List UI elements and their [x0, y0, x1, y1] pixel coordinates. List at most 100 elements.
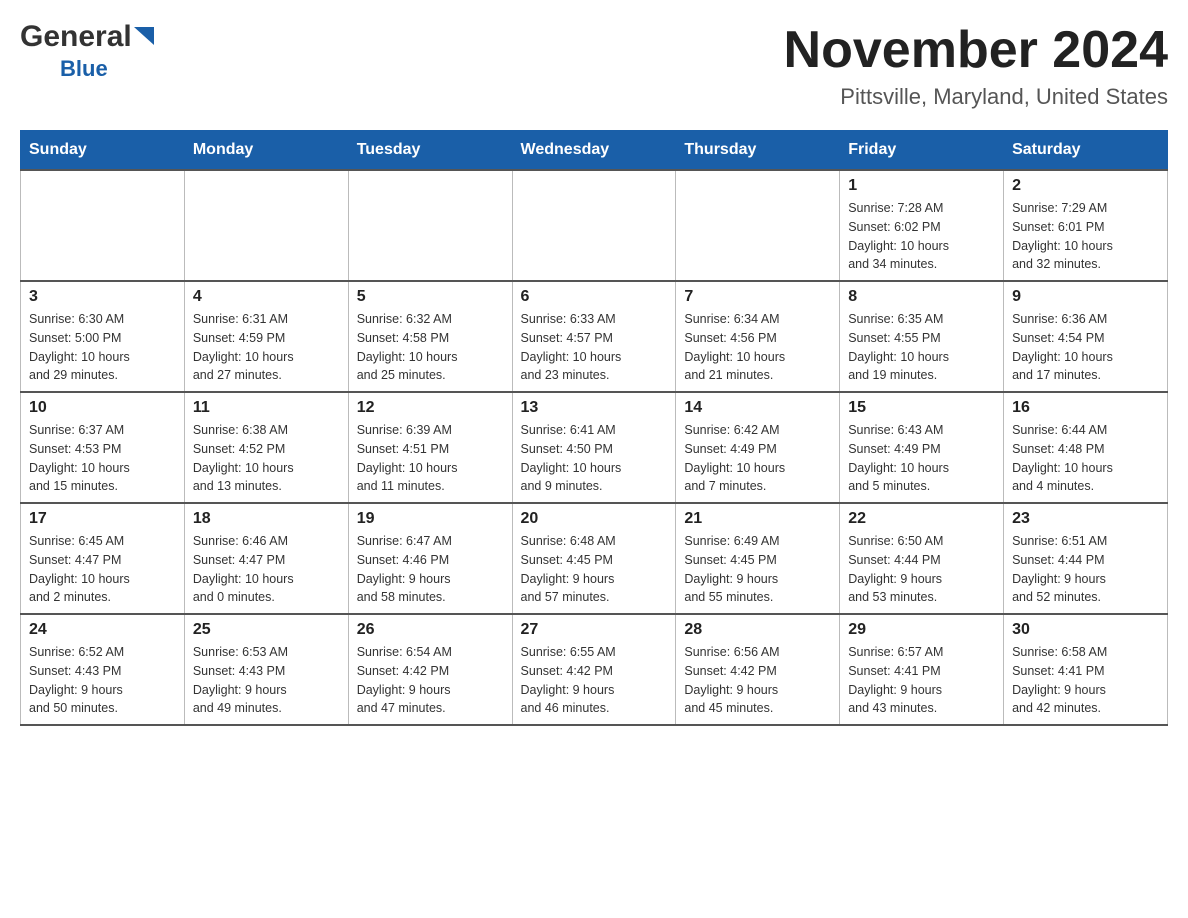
calendar-cell: 6 Sunrise: 6:33 AM Sunset: 4:57 PM Daylig… — [512, 281, 676, 392]
calendar-cell: 25Sunrise: 6:53 AM Sunset: 4:43 PM Dayli… — [184, 614, 348, 725]
week-row-5: 24Sunrise: 6:52 AM Sunset: 4:43 PM Dayli… — [21, 614, 1168, 725]
calendar-table: SundayMondayTuesdayWednesdayThursdayFrid… — [20, 130, 1168, 726]
day-number: 6 — [521, 288, 668, 306]
calendar-header-row: SundayMondayTuesdayWednesdayThursdayFrid… — [21, 131, 1168, 171]
day-info: Sunrise: 6:44 AM Sunset: 4:48 PM Dayligh… — [1012, 421, 1159, 496]
day-number: 19 — [357, 510, 504, 528]
day-info: Sunrise: 6:48 AM Sunset: 4:45 PM Dayligh… — [521, 532, 668, 607]
calendar-cell: 8Sunrise: 6:35 AM Sunset: 4:55 PM Daylig… — [840, 281, 1004, 392]
calendar-cell: 30Sunrise: 6:58 AM Sunset: 4:41 PM Dayli… — [1004, 614, 1168, 725]
header-sunday: Sunday — [21, 131, 185, 171]
calendar-cell: 9 Sunrise: 6:36 AM Sunset: 4:54 PM Daylig… — [1004, 281, 1168, 392]
calendar-cell: 28 Sunrise: 6:56 AM Sunset: 4:42 PM Dayli… — [676, 614, 840, 725]
calendar-cell: 20 Sunrise: 6:48 AM Sunset: 4:45 PM Dayli… — [512, 503, 676, 614]
day-number: 4 — [193, 288, 340, 306]
day-number: 9 — [1012, 288, 1159, 306]
day-info: Sunrise: 6:50 AM Sunset: 4:44 PM Dayligh… — [848, 532, 995, 607]
header-monday: Monday — [184, 131, 348, 171]
day-number: 10 — [29, 399, 176, 417]
day-number: 29 — [848, 621, 995, 639]
day-info: Sunrise: 6:34 AM Sunset: 4:56 PM Dayligh… — [684, 310, 831, 385]
day-info: Sunrise: 6:47 AM Sunset: 4:46 PM Dayligh… — [357, 532, 504, 607]
week-row-2: 3 Sunrise: 6:30 AM Sunset: 5:00 PM Daylig… — [21, 281, 1168, 392]
day-number: 3 — [29, 288, 176, 306]
day-info: Sunrise: 6:54 AM Sunset: 4:42 PM Dayligh… — [357, 643, 504, 718]
calendar-cell: 2Sunrise: 7:29 AM Sunset: 6:01 PM Daylig… — [1004, 170, 1168, 281]
day-info: Sunrise: 6:33 AM Sunset: 4:57 PM Dayligh… — [521, 310, 668, 385]
calendar-cell: 5Sunrise: 6:32 AM Sunset: 4:58 PM Daylig… — [348, 281, 512, 392]
day-info: Sunrise: 6:38 AM Sunset: 4:52 PM Dayligh… — [193, 421, 340, 496]
logo: General Blue — [20, 20, 156, 82]
calendar-cell: 3 Sunrise: 6:30 AM Sunset: 5:00 PM Daylig… — [21, 281, 185, 392]
day-number: 16 — [1012, 399, 1159, 417]
calendar-cell: 12 Sunrise: 6:39 AM Sunset: 4:51 PM Dayli… — [348, 392, 512, 503]
day-info: Sunrise: 6:39 AM Sunset: 4:51 PM Dayligh… — [357, 421, 504, 496]
calendar-cell: 27 Sunrise: 6:55 AM Sunset: 4:42 PM Dayli… — [512, 614, 676, 725]
day-info: Sunrise: 6:32 AM Sunset: 4:58 PM Dayligh… — [357, 310, 504, 385]
calendar-cell — [21, 170, 185, 281]
week-row-3: 10 Sunrise: 6:37 AM Sunset: 4:53 PM Dayli… — [21, 392, 1168, 503]
day-number: 25 — [193, 621, 340, 639]
day-info: Sunrise: 6:49 AM Sunset: 4:45 PM Dayligh… — [684, 532, 831, 607]
day-number: 15 — [848, 399, 995, 417]
calendar-cell: 16 Sunrise: 6:44 AM Sunset: 4:48 PM Dayli… — [1004, 392, 1168, 503]
day-number: 18 — [193, 510, 340, 528]
header-wednesday: Wednesday — [512, 131, 676, 171]
day-info: Sunrise: 6:43 AM Sunset: 4:49 PM Dayligh… — [848, 421, 995, 496]
day-number: 20 — [521, 510, 668, 528]
calendar-cell: 26Sunrise: 6:54 AM Sunset: 4:42 PM Dayli… — [348, 614, 512, 725]
day-number: 14 — [684, 399, 831, 417]
calendar-cell — [184, 170, 348, 281]
day-info: Sunrise: 6:57 AM Sunset: 4:41 PM Dayligh… — [848, 643, 995, 718]
day-info: Sunrise: 6:37 AM Sunset: 4:53 PM Dayligh… — [29, 421, 176, 496]
header-tuesday: Tuesday — [348, 131, 512, 171]
header-thursday: Thursday — [676, 131, 840, 171]
calendar-cell: 14 Sunrise: 6:42 AM Sunset: 4:49 PM Dayli… — [676, 392, 840, 503]
calendar-cell — [512, 170, 676, 281]
calendar-cell: 24Sunrise: 6:52 AM Sunset: 4:43 PM Dayli… — [21, 614, 185, 725]
day-number: 13 — [521, 399, 668, 417]
day-info: Sunrise: 6:58 AM Sunset: 4:41 PM Dayligh… — [1012, 643, 1159, 718]
logo-general-text: General — [20, 20, 132, 54]
day-number: 27 — [521, 621, 668, 639]
day-info: Sunrise: 6:31 AM Sunset: 4:59 PM Dayligh… — [193, 310, 340, 385]
calendar-cell: 11 Sunrise: 6:38 AM Sunset: 4:52 PM Dayli… — [184, 392, 348, 503]
day-info: Sunrise: 6:46 AM Sunset: 4:47 PM Dayligh… — [193, 532, 340, 607]
day-info: Sunrise: 6:36 AM Sunset: 4:54 PM Dayligh… — [1012, 310, 1159, 385]
header-saturday: Saturday — [1004, 131, 1168, 171]
day-number: 24 — [29, 621, 176, 639]
day-number: 21 — [684, 510, 831, 528]
calendar-subtitle: Pittsville, Maryland, United States — [784, 84, 1168, 110]
day-number: 17 — [29, 510, 176, 528]
day-number: 12 — [357, 399, 504, 417]
week-row-1: 1Sunrise: 7:28 AM Sunset: 6:02 PM Daylig… — [21, 170, 1168, 281]
header-friday: Friday — [840, 131, 1004, 171]
calendar-title: November 2024 — [784, 20, 1168, 80]
calendar-cell: 13 Sunrise: 6:41 AM Sunset: 4:50 PM Dayli… — [512, 392, 676, 503]
day-info: Sunrise: 7:28 AM Sunset: 6:02 PM Dayligh… — [848, 199, 995, 274]
day-info: Sunrise: 6:42 AM Sunset: 4:49 PM Dayligh… — [684, 421, 831, 496]
logo-triangle-icon — [134, 27, 156, 49]
page-header: General Blue November 2024 Pittsville, M… — [20, 20, 1168, 110]
day-number: 8 — [848, 288, 995, 306]
calendar-cell: 15 Sunrise: 6:43 AM Sunset: 4:49 PM Dayli… — [840, 392, 1004, 503]
title-block: November 2024 Pittsville, Maryland, Unit… — [784, 20, 1168, 110]
day-number: 11 — [193, 399, 340, 417]
day-info: Sunrise: 6:56 AM Sunset: 4:42 PM Dayligh… — [684, 643, 831, 718]
day-info: Sunrise: 6:41 AM Sunset: 4:50 PM Dayligh… — [521, 421, 668, 496]
day-number: 28 — [684, 621, 831, 639]
day-info: Sunrise: 7:29 AM Sunset: 6:01 PM Dayligh… — [1012, 199, 1159, 274]
calendar-cell — [348, 170, 512, 281]
calendar-cell: 19 Sunrise: 6:47 AM Sunset: 4:46 PM Dayli… — [348, 503, 512, 614]
day-info: Sunrise: 6:51 AM Sunset: 4:44 PM Dayligh… — [1012, 532, 1159, 607]
calendar-cell: 4 Sunrise: 6:31 AM Sunset: 4:59 PM Daylig… — [184, 281, 348, 392]
day-info: Sunrise: 6:30 AM Sunset: 5:00 PM Dayligh… — [29, 310, 176, 385]
calendar-cell: 29 Sunrise: 6:57 AM Sunset: 4:41 PM Dayli… — [840, 614, 1004, 725]
calendar-cell: 18 Sunrise: 6:46 AM Sunset: 4:47 PM Dayli… — [184, 503, 348, 614]
day-number: 22 — [848, 510, 995, 528]
calendar-cell: 17Sunrise: 6:45 AM Sunset: 4:47 PM Dayli… — [21, 503, 185, 614]
calendar-cell: 1Sunrise: 7:28 AM Sunset: 6:02 PM Daylig… — [840, 170, 1004, 281]
day-number: 23 — [1012, 510, 1159, 528]
calendar-cell: 23 Sunrise: 6:51 AM Sunset: 4:44 PM Dayli… — [1004, 503, 1168, 614]
day-info: Sunrise: 6:55 AM Sunset: 4:42 PM Dayligh… — [521, 643, 668, 718]
